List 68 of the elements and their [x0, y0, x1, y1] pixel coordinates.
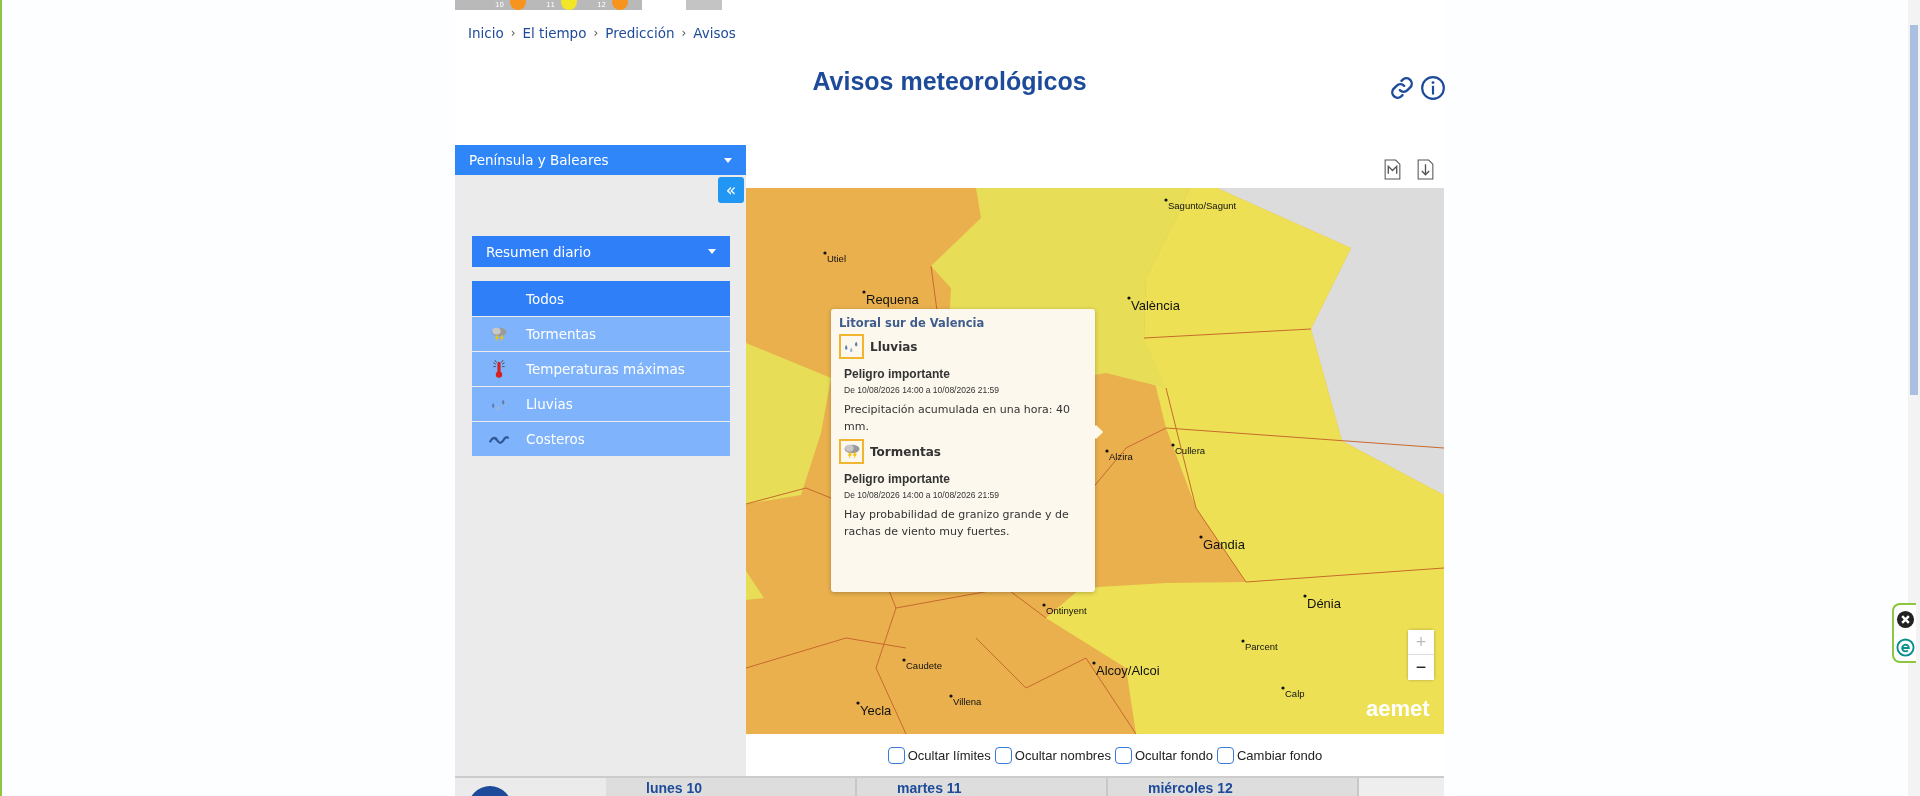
raindrops-icon [839, 334, 864, 359]
city-label: Dénia [1303, 594, 1341, 611]
scrollbar-thumb[interactable] [1910, 25, 1918, 395]
document-icon[interactable] [1384, 159, 1401, 180]
city-label: Requena [862, 290, 919, 307]
city-label: València [1127, 296, 1180, 313]
city-label: Calp [1281, 686, 1305, 699]
warning-period: De 10/08/2026 14:00 a 10/08/2026 21:59 [844, 490, 1001, 500]
breadcrumb-link[interactable]: Inicio [468, 25, 504, 42]
thermometer-icon [491, 359, 507, 379]
breadcrumb-link[interactable]: Predicción [605, 25, 675, 42]
waves-icon [488, 433, 510, 445]
download-icon[interactable] [1417, 159, 1434, 180]
day-tab[interactable]: lunes 10 [606, 778, 857, 796]
caret-icon [724, 157, 732, 163]
filter-item[interactable]: Lluvias [472, 387, 730, 421]
warning-description: Precipitación acumulada en una hora: 40 mm. [844, 402, 1072, 435]
city-label: Caudete [902, 658, 942, 671]
warning-type: Tormentas [870, 444, 941, 459]
link-icon[interactable] [1389, 74, 1415, 101]
city-label: Sagunto/Sagunt [1164, 198, 1237, 211]
day-tab[interactable]: martes 11 [857, 778, 1108, 796]
storm-cloud-icon [489, 325, 509, 343]
zoom-out-button[interactable]: − [1408, 655, 1434, 680]
close-icon[interactable] [1895, 609, 1915, 629]
city-label: Alcoy/Alcoi [1092, 661, 1160, 678]
city-label: Yecla [856, 701, 892, 718]
info-icon[interactable] [1420, 74, 1446, 101]
collapse-button[interactable]: « [718, 177, 744, 203]
city-label: Cullera [1171, 443, 1206, 456]
breadcrumb-link[interactable]: Avisos [693, 25, 736, 42]
option-label: Cambiar fondo [1236, 747, 1323, 763]
warning-type: Lluvias [870, 339, 918, 354]
zone-title: Litoral sur de Valencia [839, 316, 986, 330]
filter-item[interactable]: Costeros [472, 422, 730, 456]
view-select[interactable]: Resumen diario [472, 236, 730, 267]
zoom-in-button[interactable]: + [1408, 630, 1434, 655]
filter-item[interactable]: Tormentas [472, 317, 730, 351]
filter-item[interactable]: Temperaturas máximas [472, 352, 730, 386]
map-logo: aemet [1366, 696, 1430, 722]
warning-description: Hay probabilidad de granizo grande y de rachas de viento muy fuertes. [844, 507, 1070, 540]
city-label: Utiel [823, 251, 846, 264]
option-label: Ocultar fondo [1134, 747, 1213, 763]
checkbox[interactable] [1114, 746, 1132, 764]
breadcrumb-separator: › [510, 26, 516, 41]
checkbox[interactable] [994, 746, 1012, 764]
city-label: Gandia [1199, 535, 1245, 552]
option-label: Ocultar nombres [1014, 747, 1111, 763]
warning-level: Peligro importante [844, 367, 951, 381]
checkbox[interactable] [887, 746, 905, 764]
filter-item[interactable]: Todos [472, 281, 730, 316]
city-label: Villena [949, 694, 982, 707]
city-label: Parcent [1241, 639, 1278, 652]
city-label: Ontinyent [1042, 603, 1087, 616]
warning-period: De 10/08/2026 14:00 a 10/08/2026 21:59 [844, 385, 1001, 395]
day-tab[interactable]: miércoles 12 [1108, 778, 1359, 796]
e-circle-icon[interactable] [1895, 637, 1915, 657]
storm-cloud-icon [839, 439, 864, 464]
caret-icon [708, 249, 716, 254]
option-label: Ocultar límites [907, 747, 991, 763]
breadcrumb-separator: › [681, 26, 687, 41]
page-title: Avisos meteorológicos [812, 66, 1087, 97]
city-label: Alzira [1105, 449, 1133, 462]
breadcrumb-link[interactable]: El tiempo [522, 25, 587, 42]
region-select[interactable]: Península y Baleares [455, 145, 746, 175]
breadcrumb-separator: › [593, 26, 599, 41]
warning-level: Peligro importante [844, 472, 951, 486]
checkbox[interactable] [1216, 746, 1234, 764]
